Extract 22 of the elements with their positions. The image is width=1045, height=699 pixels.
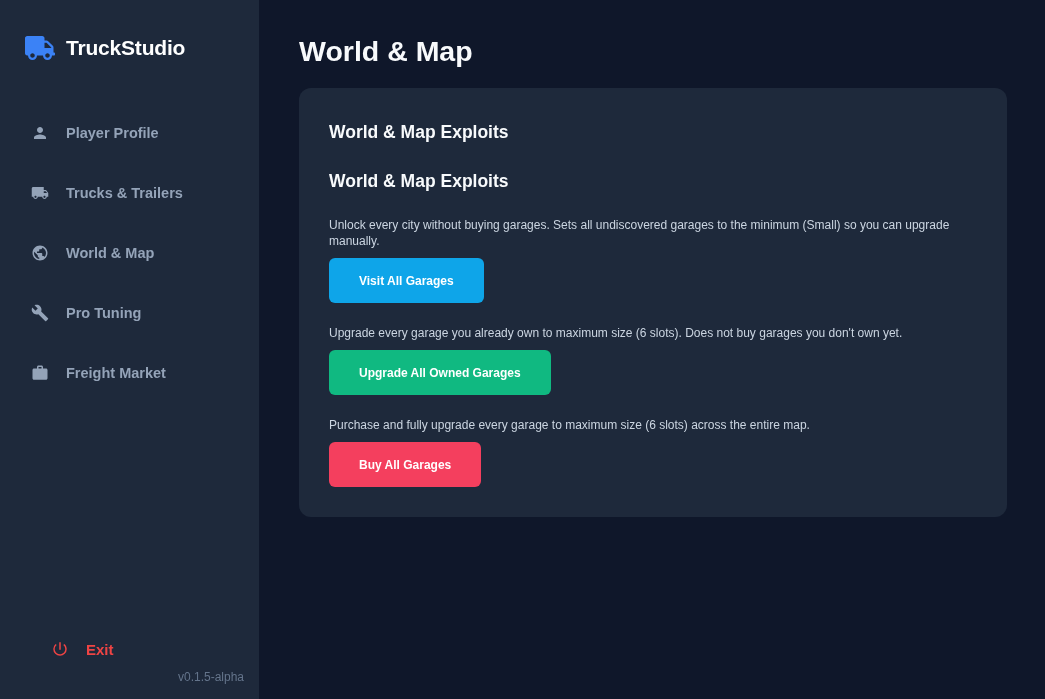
exit-button[interactable]: Exit (51, 637, 114, 661)
page-title: World & Map (299, 35, 474, 67)
action-button[interactable]: Buy All Garages (329, 442, 482, 487)
brand-name: TruckStudio (66, 36, 186, 60)
section-title: World & Map Exploits (329, 170, 510, 193)
nav-item[interactable]: Pro Tuning (0, 283, 259, 343)
power-icon (51, 640, 69, 658)
globe-icon (31, 244, 49, 262)
action-description: Unlock every city without buying garages. Sets all undiscovered garages to the minimum (Small) so you can upgrade manually. (329, 217, 951, 249)
nav-item[interactable]: World & Map (0, 223, 259, 283)
card-title: World & Map Exploits (329, 121, 510, 144)
action-description: Upgrade every garage you already own to maximum size (6 slots). Does not buy garages you don't own yet. (329, 325, 903, 341)
truck-icon (25, 33, 55, 63)
truck-icon (31, 184, 49, 202)
wrench-icon (31, 304, 49, 322)
action-description: Purchase and fully upgrade every garage to maximum size (6 slots) across the entire map. (329, 417, 810, 433)
briefcase-icon (31, 364, 49, 382)
nav-item[interactable]: Player Profile (0, 103, 259, 163)
version-label: v0.1.5-alpha (177, 669, 245, 685)
person-icon (31, 124, 49, 142)
nav-item[interactable]: Trucks & Trailers (0, 163, 259, 223)
nav-item[interactable]: Freight Market (0, 343, 259, 403)
